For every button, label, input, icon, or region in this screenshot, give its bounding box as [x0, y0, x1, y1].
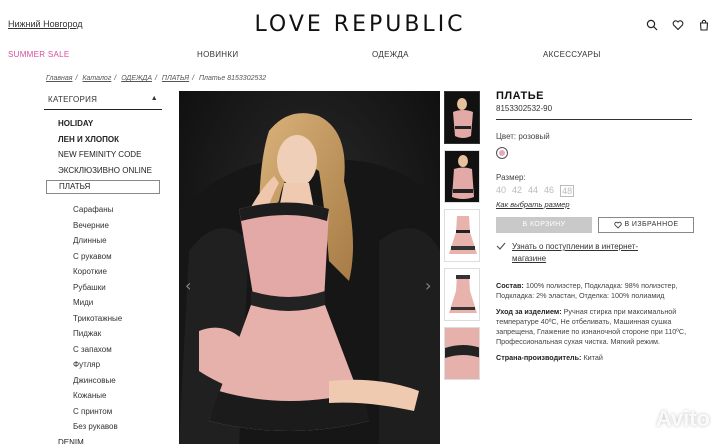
- size-option[interactable]: 42: [512, 185, 522, 197]
- sidebar-sub-item[interactable]: Без рукавов: [44, 419, 162, 435]
- avito-logo-icon: [631, 410, 650, 429]
- nav-summer-sale[interactable]: SUMMER SALE: [8, 50, 70, 59]
- size-option[interactable]: 46: [544, 185, 554, 197]
- color-row: Цвет: розовый: [496, 132, 696, 141]
- care-label: Уход за изделием:: [496, 307, 562, 316]
- sidebar-sub-item[interactable]: Длинные: [44, 233, 162, 249]
- sidebar-sub-item[interactable]: Трикотажные: [44, 311, 162, 327]
- sidebar-sub-item[interactable]: С запахом: [44, 342, 162, 358]
- product-title: ПЛАТЬЕ: [496, 90, 544, 102]
- country-label: Страна-производитель:: [496, 353, 582, 362]
- breadcrumb: Главная / Каталог / ОДЕЖДА / ПЛАТЬЯ / Платье…: [46, 75, 267, 82]
- svg-text:‹: ‹: [185, 276, 191, 295]
- size-label: Размер:: [496, 173, 526, 182]
- check-icon: [496, 242, 506, 250]
- sidebar-item-new-feminity[interactable]: NEW FEMINITY CODE: [44, 147, 162, 163]
- avito-watermark: Avito: [630, 406, 710, 432]
- sidebar-sub-item[interactable]: Пиджак: [44, 326, 162, 342]
- composition-text: 100% полиэстер, Подкладка: 98% полиэстер…: [496, 281, 678, 300]
- breadcrumb-current: Платье 8153302532: [198, 75, 267, 82]
- sidebar-sub-item[interactable]: Рубашки: [44, 280, 162, 296]
- cart-icon[interactable]: [698, 18, 710, 31]
- country-text: Китай: [583, 353, 603, 362]
- favorites-label: В ИЗБРАННОЕ: [624, 221, 679, 228]
- add-to-favorites-button[interactable]: В ИЗБРАННОЕ: [598, 217, 694, 233]
- thumbnail[interactable]: [444, 327, 480, 380]
- caret-up-icon: ▲: [150, 95, 158, 102]
- product-details: ПЛАТЬЕ 8153302532-90 Цвет: розовый Разме…: [496, 90, 696, 369]
- size-chart-link[interactable]: Как выбрать размер: [496, 200, 696, 209]
- thumbnail[interactable]: [444, 268, 480, 321]
- nav-accessories[interactable]: АКСЕССУАРЫ: [543, 50, 601, 59]
- sidebar-item-holiday[interactable]: HOLIDAY: [44, 116, 162, 132]
- sidebar-sub-item[interactable]: С рукавом: [44, 249, 162, 265]
- category-heading[interactable]: КАТЕГОРИЯ ▲: [44, 92, 162, 110]
- breadcrumb-clothing[interactable]: ОДЕЖДА: [121, 75, 152, 82]
- thumbnail[interactable]: [444, 150, 480, 203]
- composition-label: Состав:: [496, 281, 524, 290]
- heart-icon: [613, 221, 622, 229]
- sidebar-item-denim[interactable]: DENIM: [44, 435, 162, 444]
- main-nav: SUMMER SALE НОВИНКИ ОДЕЖДА АКСЕССУАРЫ: [0, 50, 720, 64]
- sidebar-sub-item[interactable]: Вечерние: [44, 218, 162, 234]
- nav-clothing[interactable]: ОДЕЖДА: [372, 50, 409, 59]
- thumbnail[interactable]: [444, 91, 480, 144]
- notify-row: Узнать о поступлении в интернет-магазине: [496, 241, 696, 265]
- size-option[interactable]: 44: [528, 185, 538, 197]
- sidebar-item-online-exclusive[interactable]: ЭКСКЛЮЗИВНО ONLINE: [44, 163, 162, 179]
- add-to-cart-button[interactable]: В КОРЗИНУ: [496, 217, 592, 233]
- notify-link[interactable]: Узнать о поступлении в интернет-магазине: [512, 241, 662, 265]
- size-options: 40 42 44 46 48: [496, 185, 696, 197]
- nav-new[interactable]: НОВИНКИ: [197, 50, 238, 59]
- action-buttons: В КОРЗИНУ В ИЗБРАННОЕ: [496, 217, 696, 233]
- sidebar-sub-item[interactable]: Кожаные: [44, 388, 162, 404]
- size-option-selected[interactable]: 48: [560, 185, 575, 197]
- size-option[interactable]: 40: [496, 185, 506, 197]
- sidebar-item-dresses[interactable]: ПЛАТЬЯ: [46, 180, 160, 194]
- product-photo[interactable]: ‹ ›: [179, 91, 440, 444]
- sidebar-sub-item[interactable]: С принтом: [44, 404, 162, 420]
- avito-wordmark: Avito: [655, 406, 710, 431]
- category-sidebar: КАТЕГОРИЯ ▲ HOLIDAY ЛЕН И ХЛОПОК NEW FEM…: [44, 92, 162, 444]
- search-icon[interactable]: [646, 18, 658, 31]
- color-swatch[interactable]: [496, 147, 508, 159]
- color-label: Цвет:: [496, 132, 517, 141]
- thumbnail[interactable]: [444, 209, 480, 262]
- svg-text:›: ›: [425, 276, 431, 295]
- heart-icon[interactable]: [672, 18, 684, 31]
- sidebar-sub-item[interactable]: Джинсовые: [44, 373, 162, 389]
- breadcrumb-catalog[interactable]: Каталог: [82, 75, 111, 82]
- breadcrumb-dresses[interactable]: ПЛАТЬЯ: [162, 75, 189, 82]
- header-icons: [646, 18, 710, 31]
- thumbnail-strip: [444, 91, 480, 386]
- product-info: Состав: 100% полиэстер, Подкладка: 98% п…: [496, 281, 696, 363]
- sidebar-sub-item[interactable]: Сарафаны: [44, 202, 162, 218]
- color-value: розовый: [518, 132, 550, 141]
- sidebar-sub-item[interactable]: Футляр: [44, 357, 162, 373]
- sidebar-item-linen[interactable]: ЛЕН И ХЛОПОК: [44, 132, 162, 148]
- breadcrumb-home[interactable]: Главная: [46, 75, 72, 82]
- brand-logo[interactable]: LOVE REPUBLIC: [0, 12, 720, 37]
- product-sku: 8153302532-90: [496, 104, 692, 120]
- sidebar-sub-item[interactable]: Миди: [44, 295, 162, 311]
- category-heading-label: КАТЕГОРИЯ: [48, 95, 98, 104]
- sidebar-sub-item[interactable]: Короткие: [44, 264, 162, 280]
